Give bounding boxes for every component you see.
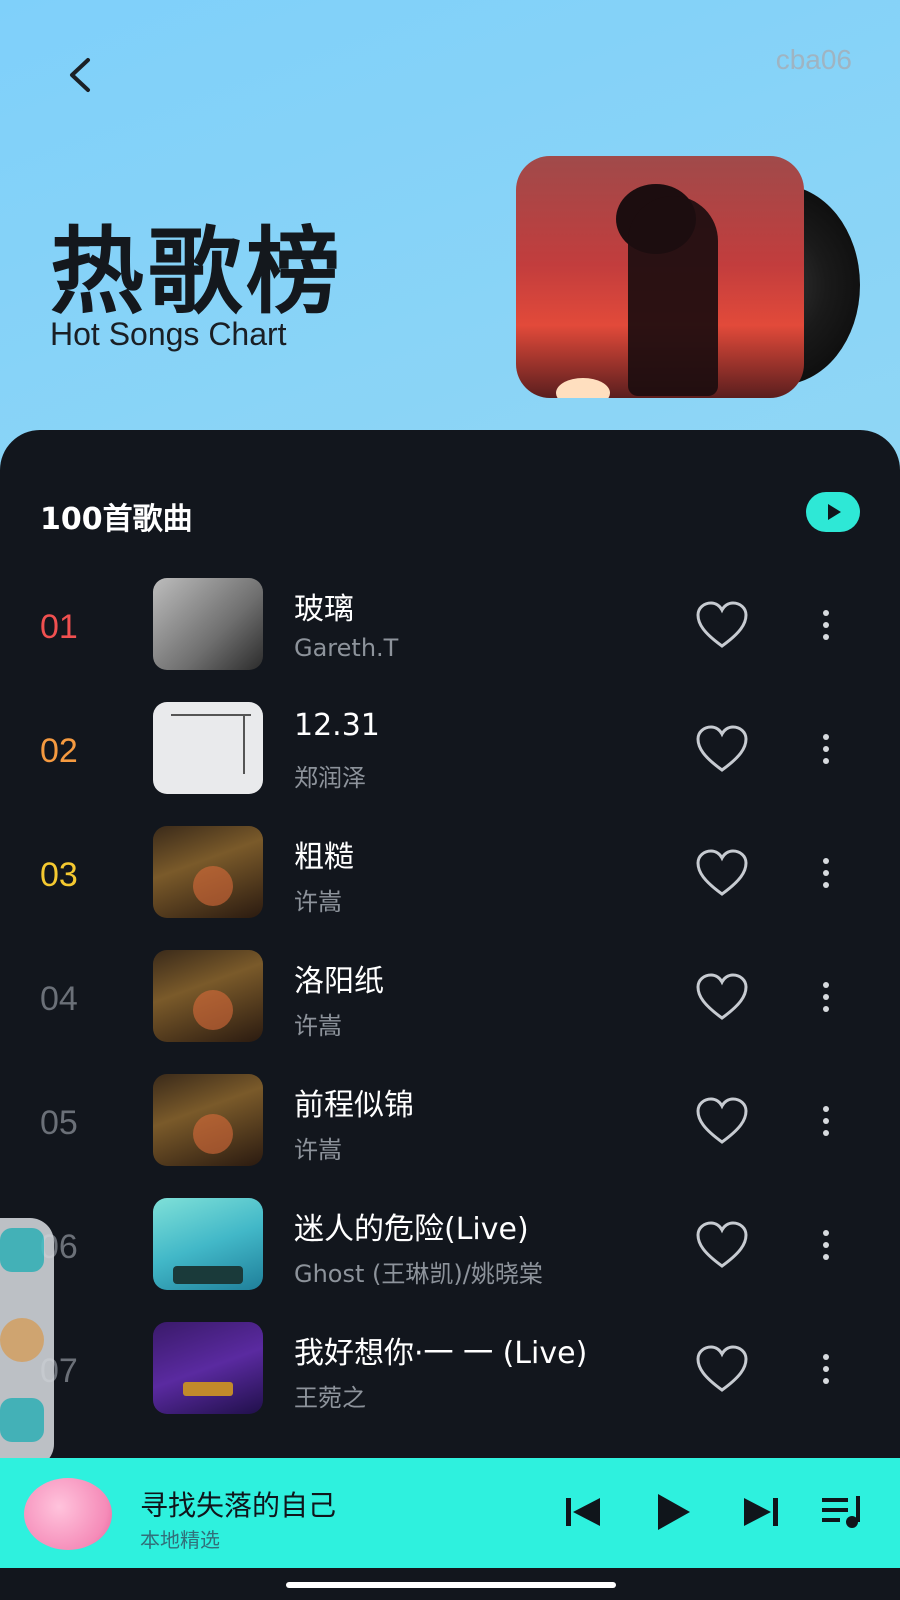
heart-icon[interactable] xyxy=(694,600,750,650)
song-cover-thumbnail xyxy=(153,1198,263,1290)
song-title: 我好想你·一 一 (Live) xyxy=(294,1336,588,1371)
song-artist: 许嵩 xyxy=(294,1012,342,1040)
heart-icon[interactable] xyxy=(694,972,750,1022)
song-cover-thumbnail xyxy=(153,1322,263,1414)
widget-calculator-icon xyxy=(0,1398,44,1442)
song-title: 12.31 xyxy=(294,708,380,743)
now-playing-cover xyxy=(24,1478,112,1550)
song-title: 洛阳纸 xyxy=(294,964,384,999)
song-artist: Gareth.T xyxy=(294,634,399,662)
song-rank: 05 xyxy=(40,1104,78,1142)
more-options-icon[interactable] xyxy=(812,972,840,1022)
song-title: 粗糙 xyxy=(294,840,354,875)
mini-player[interactable]: 寻找失落的自己 本地精选 xyxy=(0,1458,900,1568)
system-nav-area xyxy=(0,1568,900,1600)
play-all-button[interactable] xyxy=(806,492,860,532)
song-row[interactable]: 03 粗糙 许嵩 xyxy=(0,826,900,952)
song-artist: 郑润泽 xyxy=(294,764,366,792)
song-count-label: 100首歌曲 xyxy=(40,502,193,537)
heart-icon[interactable] xyxy=(694,1096,750,1146)
play-icon xyxy=(658,1494,690,1530)
widget-calculator-icon xyxy=(0,1228,44,1272)
song-list: 01 玻璃 Gareth.T 02 12.31 郑润泽 03 粗糙 许嵩 04 xyxy=(0,578,900,1448)
heart-icon[interactable] xyxy=(694,1220,750,1270)
more-options-icon[interactable] xyxy=(812,600,840,650)
page-subtitle: Hot Songs Chart xyxy=(50,316,287,352)
song-artist: 许嵩 xyxy=(294,888,342,916)
song-cover-thumbnail xyxy=(153,702,263,794)
more-options-icon[interactable] xyxy=(812,1344,840,1394)
song-cover-thumbnail xyxy=(153,1074,263,1166)
song-cover-thumbnail xyxy=(153,826,263,918)
now-playing-title: 寻找失落的自己 xyxy=(140,1489,337,1522)
heart-icon[interactable] xyxy=(694,724,750,774)
song-title: 玻璃 xyxy=(294,592,354,627)
play-button[interactable] xyxy=(648,1488,696,1536)
song-row[interactable]: 06 迷人的危险(Live) Ghost (王琳凯)/姚晓棠 xyxy=(0,1198,900,1324)
skip-next-icon xyxy=(744,1498,778,1526)
heart-icon[interactable] xyxy=(694,1344,750,1394)
song-rank: 04 xyxy=(40,980,78,1018)
song-rank: 01 xyxy=(40,608,78,646)
song-title: 前程似锦 xyxy=(294,1088,414,1123)
back-button[interactable] xyxy=(56,50,106,100)
song-title: 迷人的危险(Live) xyxy=(294,1212,529,1247)
floating-widget[interactable] xyxy=(0,1218,54,1468)
song-cover-thumbnail xyxy=(153,578,263,670)
song-list-panel: 100首歌曲 01 玻璃 Gareth.T 02 12.31 郑润泽 03 粗糙… xyxy=(0,430,900,1600)
more-options-icon[interactable] xyxy=(812,724,840,774)
song-row[interactable]: 04 洛阳纸 许嵩 xyxy=(0,950,900,1076)
song-artist: 许嵩 xyxy=(294,1136,342,1164)
chart-cover-image xyxy=(516,156,804,398)
song-artist: 王菀之 xyxy=(294,1384,366,1412)
widget-coin-icon xyxy=(0,1318,44,1362)
more-options-icon[interactable] xyxy=(812,848,840,898)
song-rank: 03 xyxy=(40,856,78,894)
song-row[interactable]: 01 玻璃 Gareth.T xyxy=(0,578,900,704)
previous-button[interactable] xyxy=(560,1488,608,1536)
playlist-icon xyxy=(822,1496,860,1528)
song-row[interactable]: 07 我好想你·一 一 (Live) 王菀之 xyxy=(0,1322,900,1448)
more-options-icon[interactable] xyxy=(812,1220,840,1270)
more-options-icon[interactable] xyxy=(812,1096,840,1146)
song-row[interactable]: 05 前程似锦 许嵩 xyxy=(0,1074,900,1200)
top-bar: cba06 xyxy=(0,0,900,150)
song-artist: Ghost (王琳凯)/姚晓棠 xyxy=(294,1260,543,1288)
song-cover-thumbnail xyxy=(153,950,263,1042)
now-playing-subtitle: 本地精选 xyxy=(140,1528,220,1552)
song-row[interactable]: 02 12.31 郑润泽 xyxy=(0,702,900,828)
home-indicator[interactable] xyxy=(286,1582,616,1588)
play-icon xyxy=(828,504,841,520)
page-title: 热歌榜 xyxy=(50,218,345,327)
playlist-button[interactable] xyxy=(818,1488,866,1536)
skip-previous-icon xyxy=(566,1498,600,1526)
user-id-label: cba06 xyxy=(775,44,852,75)
heart-icon[interactable] xyxy=(694,848,750,898)
next-button[interactable] xyxy=(736,1488,784,1536)
song-rank: 02 xyxy=(40,732,78,770)
back-arrow-icon xyxy=(70,58,90,92)
